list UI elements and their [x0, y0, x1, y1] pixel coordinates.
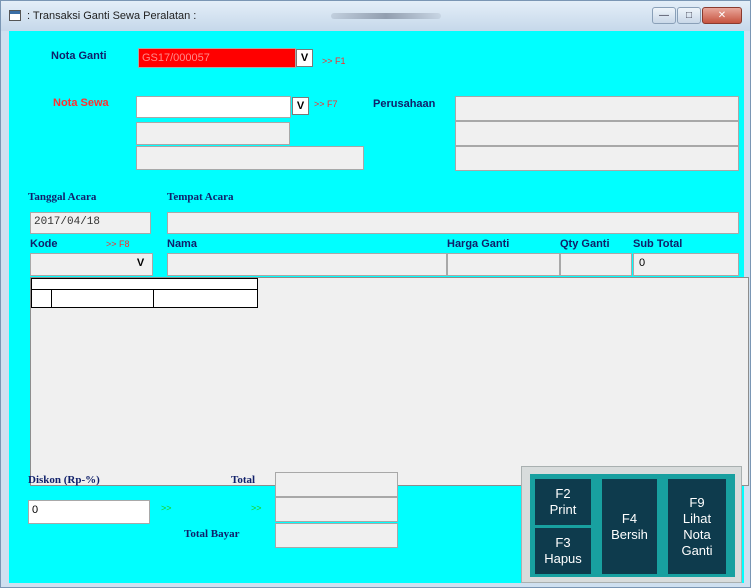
- nota-sewa-label: Nota Sewa: [53, 97, 109, 109]
- tempat-acara-label: Tempat Acara: [167, 191, 234, 203]
- hapus-button[interactable]: F3 Hapus: [535, 528, 591, 574]
- qty-ganti-column-header: Qty Ganti: [560, 238, 610, 250]
- grid-row-selector[interactable]: [31, 289, 52, 308]
- app-window: : Transaksi Ganti Sewa Peralatan : — □ ✕…: [0, 0, 751, 588]
- diskon-arrow: >>: [161, 503, 172, 513]
- total-arrow: >>: [251, 503, 262, 513]
- app-icon: [9, 10, 21, 21]
- grid-cell-nama[interactable]: [153, 289, 258, 308]
- harga-ganti-column-header: Harga Ganti: [447, 238, 510, 250]
- lihat-button-line-3: Ganti: [681, 542, 713, 558]
- lihat-button-key: F9: [689, 494, 705, 510]
- tempat-acara-input[interactable]: [167, 212, 739, 234]
- nama-input[interactable]: [167, 253, 447, 276]
- tanggal-acara-label: Tanggal Acara: [28, 191, 97, 203]
- lihat-button-line-1: Lihat: [682, 510, 712, 526]
- nama-column-header: Nama: [167, 238, 197, 250]
- total-field: [275, 472, 398, 497]
- nota-sewa-detail-field-2: [136, 146, 364, 170]
- nota-sewa-input[interactable]: [136, 96, 291, 118]
- items-grid[interactable]: [30, 277, 749, 486]
- perusahaan-label: Perusahaan: [373, 98, 436, 110]
- kode-column-header: Kode: [30, 238, 58, 250]
- f7-hint: >> F7: [314, 99, 338, 109]
- kode-dropdown-button[interactable]: V: [132, 255, 149, 273]
- nota-ganti-input[interactable]: GS17/000057: [138, 48, 296, 68]
- close-button[interactable]: ✕: [702, 7, 742, 24]
- total-bayar-label: Total Bayar: [184, 528, 240, 540]
- title-decoration: [331, 13, 441, 19]
- sub-total-column-header: Sub Total: [633, 238, 683, 250]
- perusahaan-field-2: [455, 121, 739, 146]
- bersih-button-label: Bersih: [611, 526, 648, 542]
- total-bayar-field: [275, 523, 398, 548]
- lihat-button-line-2: Nota: [683, 526, 711, 542]
- print-button-label: Print: [549, 502, 577, 517]
- nota-ganti-label: Nota Ganti: [51, 50, 107, 62]
- qty-ganti-input[interactable]: [560, 253, 632, 276]
- print-button-key: F2: [555, 486, 571, 501]
- grid-cell-kode[interactable]: [51, 289, 154, 308]
- f1-hint: >> F1: [322, 56, 346, 66]
- maximize-button[interactable]: □: [677, 7, 701, 24]
- diskon-input[interactable]: 0: [28, 500, 150, 524]
- perusahaan-field-1: [455, 96, 739, 121]
- print-button[interactable]: F2 Print: [535, 479, 591, 525]
- sub-total-field: 0: [633, 253, 739, 276]
- function-button-panel: F2 Print F3 Hapus F4 Bersih F9 Lihat Not…: [521, 466, 742, 583]
- hapus-button-key: F3: [555, 535, 571, 550]
- window-title: : Transaksi Ganti Sewa Peralatan :: [27, 10, 197, 22]
- tanggal-acara-input[interactable]: 2017/04/18: [30, 212, 151, 234]
- nota-sewa-dropdown-button[interactable]: V: [292, 97, 309, 115]
- minimize-button[interactable]: —: [652, 7, 676, 24]
- hapus-button-label: Hapus: [544, 551, 582, 566]
- diskon-label: Diskon (Rp-%): [28, 474, 100, 486]
- lihat-nota-ganti-button[interactable]: F9 Lihat Nota Ganti: [668, 479, 726, 574]
- total-secondary-field: [275, 497, 398, 522]
- nota-ganti-dropdown-button[interactable]: V: [296, 49, 313, 67]
- harga-ganti-input[interactable]: [447, 253, 560, 276]
- function-button-panel-inner: F2 Print F3 Hapus F4 Bersih F9 Lihat Not…: [530, 474, 735, 577]
- perusahaan-field-3: [455, 146, 739, 171]
- nota-sewa-detail-field-1: [136, 122, 290, 145]
- bersih-button-key: F4: [621, 510, 638, 526]
- total-label: Total: [231, 474, 256, 486]
- title-bar[interactable]: : Transaksi Ganti Sewa Peralatan : — □ ✕: [1, 1, 750, 31]
- bersih-button[interactable]: F4 Bersih: [602, 479, 657, 574]
- f8-hint: >> F8: [106, 239, 130, 249]
